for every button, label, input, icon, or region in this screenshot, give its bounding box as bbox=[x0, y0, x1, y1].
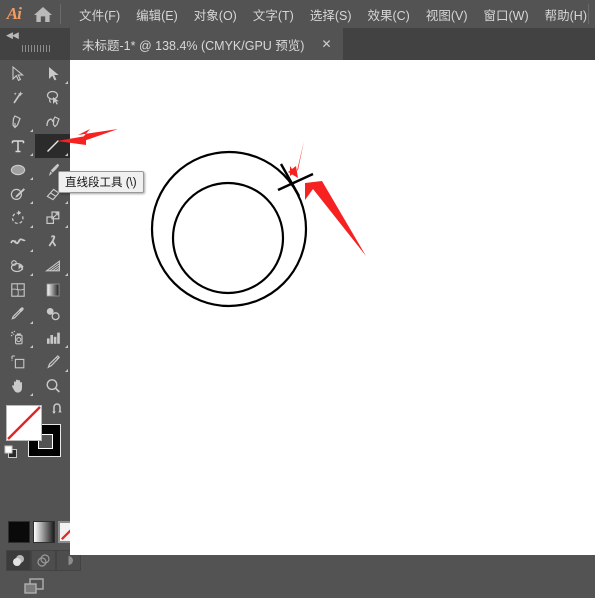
menu-bar: Ai 文件(F) 编辑(E) 对象(O) 文字(T) 选择(S) 效果(C) 视… bbox=[0, 0, 595, 29]
tool-hand[interactable] bbox=[0, 374, 35, 398]
menu-window[interactable]: 窗口(W) bbox=[476, 2, 537, 27]
tool-mesh[interactable] bbox=[0, 278, 35, 302]
menu-divider bbox=[60, 4, 62, 24]
tool-perspective-grid[interactable] bbox=[35, 254, 70, 278]
swap-fill-stroke-icon[interactable] bbox=[51, 402, 65, 419]
tool-eyedropper[interactable] bbox=[0, 302, 35, 326]
menu-view[interactable]: 视图(V) bbox=[418, 2, 476, 27]
none-slash-icon bbox=[6, 405, 42, 441]
menu-items: 文件(F) 编辑(E) 对象(O) 文字(T) 选择(S) 效果(C) 视图(V… bbox=[71, 2, 595, 27]
tool-blend[interactable] bbox=[35, 302, 70, 326]
draw-behind-button[interactable] bbox=[31, 550, 56, 571]
menu-effect[interactable]: 效果(C) bbox=[359, 2, 417, 27]
tool-symbol-sprayer[interactable] bbox=[0, 326, 35, 350]
artwork bbox=[150, 150, 314, 308]
tool-width[interactable] bbox=[0, 230, 35, 254]
tool-flyout-indicator bbox=[30, 249, 33, 252]
menu-type[interactable]: 文字(T) bbox=[245, 2, 302, 27]
tool-type[interactable] bbox=[0, 134, 35, 158]
tool-flyout-indicator bbox=[30, 273, 33, 276]
collapse-panel-icon[interactable]: ◀◀ bbox=[6, 30, 19, 41]
drawn-line-segment-a bbox=[279, 163, 301, 197]
menu-select[interactable]: 选择(S) bbox=[302, 2, 360, 27]
toolbar-dock-header: ◀◀ bbox=[0, 28, 70, 60]
menu-edit[interactable]: 编辑(E) bbox=[128, 2, 186, 27]
tool-gradient[interactable] bbox=[35, 278, 70, 302]
tool-tooltip: 直线段工具 (\) bbox=[58, 171, 144, 193]
tool-slice[interactable] bbox=[35, 350, 70, 374]
tool-flyout-indicator bbox=[65, 273, 68, 276]
tool-flyout-indicator bbox=[30, 345, 33, 348]
tool-flyout-indicator bbox=[65, 345, 68, 348]
tool-lasso[interactable] bbox=[35, 86, 70, 110]
tool-flyout-indicator bbox=[30, 225, 33, 228]
tool-flyout-indicator bbox=[30, 129, 33, 132]
color-button[interactable] bbox=[8, 521, 30, 543]
menu-object[interactable]: 对象(O) bbox=[186, 2, 245, 27]
illustrator-window: Ai 文件(F) 编辑(E) 对象(O) 文字(T) 选择(S) 效果(C) 视… bbox=[0, 0, 595, 594]
fill-stroke-controls bbox=[4, 402, 65, 458]
fill-swatch[interactable] bbox=[6, 405, 42, 441]
tools-grid bbox=[0, 62, 70, 398]
default-fill-stroke-icon[interactable] bbox=[4, 445, 19, 463]
tool-pen[interactable] bbox=[0, 110, 35, 134]
tool-scale[interactable] bbox=[35, 206, 70, 230]
tool-flyout-indicator bbox=[65, 225, 68, 228]
inner-circle bbox=[171, 181, 285, 295]
tool-column-graph[interactable] bbox=[35, 326, 70, 350]
app-logo: Ai bbox=[6, 4, 22, 23]
tool-flyout-indicator bbox=[65, 369, 68, 372]
tool-flyout-indicator bbox=[65, 201, 68, 204]
home-icon[interactable] bbox=[28, 0, 59, 28]
draw-normal-button[interactable] bbox=[6, 550, 31, 571]
tool-artboard[interactable] bbox=[0, 350, 35, 374]
tool-flyout-indicator bbox=[65, 81, 68, 84]
tool-direct-selection[interactable] bbox=[35, 62, 70, 86]
tools-panel bbox=[0, 60, 81, 594]
tool-flyout-indicator bbox=[65, 153, 68, 156]
tool-free-transform[interactable] bbox=[35, 230, 70, 254]
tool-ellipse[interactable] bbox=[0, 158, 35, 182]
tool-shape-builder[interactable] bbox=[0, 254, 35, 278]
menu-right-divider bbox=[588, 4, 589, 24]
document-tab[interactable]: 未标题-1* @ 138.4% (CMYK/GPU 预览) ✕ bbox=[70, 28, 343, 60]
tool-zoom[interactable] bbox=[35, 374, 70, 398]
tool-flyout-indicator bbox=[30, 393, 33, 396]
document-tab-title: 未标题-1* @ 138.4% (CMYK/GPU 预览) bbox=[82, 38, 305, 53]
artboard-canvas[interactable] bbox=[70, 60, 595, 555]
gradient-button[interactable] bbox=[33, 521, 55, 543]
menu-help[interactable]: 帮助(H) bbox=[537, 2, 595, 27]
tool-line-segment[interactable] bbox=[35, 134, 70, 158]
document-tab-bar: 未标题-1* @ 138.4% (CMYK/GPU 预览) ✕ bbox=[0, 28, 595, 60]
change-screen-mode-button[interactable] bbox=[20, 576, 52, 598]
tool-magic-wand[interactable] bbox=[0, 86, 35, 110]
tool-rotate[interactable] bbox=[0, 206, 35, 230]
tool-selection[interactable] bbox=[0, 62, 35, 86]
tool-flyout-indicator bbox=[30, 201, 33, 204]
close-icon[interactable]: ✕ bbox=[318, 36, 334, 52]
tool-flyout-indicator bbox=[30, 153, 33, 156]
tool-flyout-indicator bbox=[30, 321, 33, 324]
menu-file[interactable]: 文件(F) bbox=[71, 2, 128, 27]
tool-curvature[interactable] bbox=[35, 110, 70, 134]
tool-shaper-pencil[interactable] bbox=[0, 182, 35, 206]
toolbar-drag-grip[interactable] bbox=[22, 45, 50, 52]
tool-flyout-indicator bbox=[30, 177, 33, 180]
